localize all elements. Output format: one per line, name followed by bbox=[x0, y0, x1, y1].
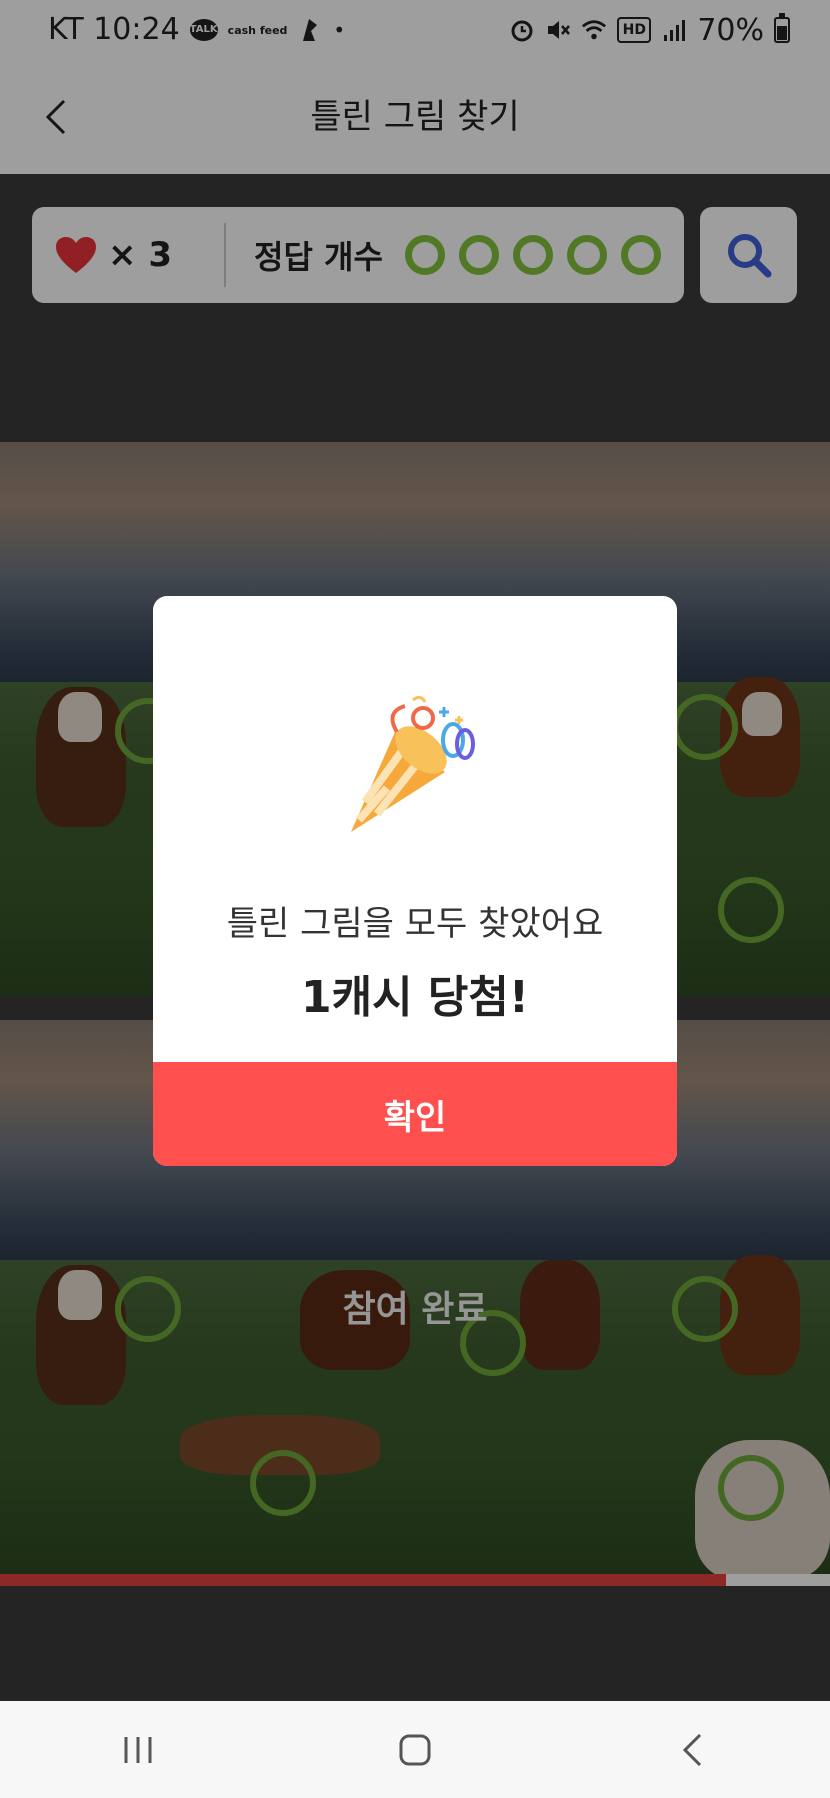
home-icon bbox=[399, 1734, 431, 1765]
chevron-left-icon bbox=[682, 1733, 701, 1766]
system-nav-bar bbox=[0, 1701, 830, 1798]
home-button[interactable] bbox=[385, 1720, 445, 1780]
party-popper-icon bbox=[351, 695, 475, 832]
result-dialog: 틀린 그림을 모두 찾았어요 1캐시 당첨! 확인 bbox=[153, 596, 677, 1166]
recent-apps-icon bbox=[124, 1736, 152, 1763]
recent-apps-button[interactable] bbox=[108, 1720, 168, 1780]
system-back-button[interactable] bbox=[662, 1720, 722, 1780]
dialog-prize: 1캐시 당첨! bbox=[301, 972, 529, 1023]
confirm-button[interactable]: 확인 bbox=[153, 1062, 677, 1166]
dialog-message: 틀린 그림을 모두 찾았어요 bbox=[226, 904, 604, 944]
